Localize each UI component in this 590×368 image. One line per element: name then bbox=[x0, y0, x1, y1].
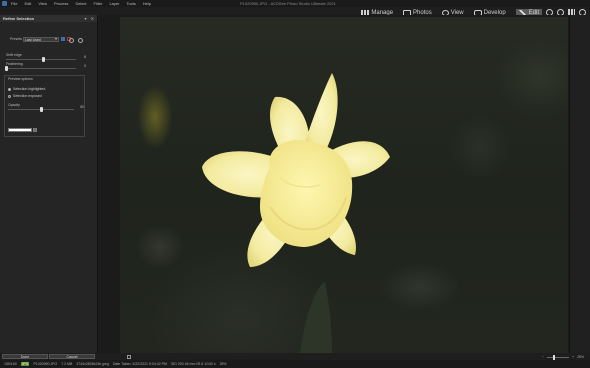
zoom-control[interactable]: − + 28% bbox=[542, 354, 584, 360]
status-exif: ISO 200 46 mm f/5.6 1/100 s bbox=[170, 362, 216, 366]
color-dropdown-icon[interactable]: ▾ bbox=[33, 128, 37, 132]
radio-on-icon[interactable] bbox=[8, 87, 11, 91]
radio-label: Selection highlighted bbox=[13, 87, 46, 91]
feathering-label: Feathering bbox=[6, 62, 23, 66]
preview-options-group: Preview options Selection highlighted Se… bbox=[4, 75, 85, 137]
done-button[interactable]: Done bbox=[2, 354, 48, 359]
status-date: Date Taken: 3/22/2021 5:04:42 PM bbox=[112, 362, 167, 366]
feathering-slider[interactable]: Feathering 0 bbox=[4, 62, 86, 71]
presets-label: Presets bbox=[10, 37, 22, 41]
preview-options-title: Preview options bbox=[8, 77, 33, 81]
settings-icon[interactable] bbox=[78, 38, 83, 43]
presets-dropdown[interactable]: Last Used bbox=[23, 36, 59, 42]
fit-to-screen-icon[interactable] bbox=[127, 355, 131, 359]
feathering-thumb[interactable] bbox=[4, 66, 8, 71]
menu-filter[interactable]: Filter bbox=[94, 0, 103, 7]
menu-bar: File Edit View Process Select Filter Lay… bbox=[0, 0, 590, 7]
photo-daffodil[interactable] bbox=[120, 17, 568, 353]
shift-edge-track[interactable] bbox=[6, 57, 76, 62]
menu-file[interactable]: File bbox=[11, 0, 17, 7]
refine-selection-panel: Refine Selection ▾ ✕ Presets Last Used S… bbox=[0, 15, 98, 353]
radio-selection-highlighted[interactable]: Selection highlighted bbox=[8, 87, 45, 91]
menu-tools[interactable]: Tools bbox=[126, 0, 135, 7]
status-dimensions: 3744x2808x24b jpeg bbox=[76, 362, 109, 366]
status-zoom: 28% bbox=[219, 362, 227, 366]
pin-icon[interactable]: ▾ bbox=[85, 16, 87, 21]
zoom-out-icon[interactable]: − bbox=[542, 355, 544, 359]
status-index: 155/160 bbox=[4, 362, 17, 366]
panel-title: Refine Selection bbox=[3, 16, 35, 21]
zoom-in-icon[interactable]: + bbox=[572, 355, 574, 359]
reset-icon[interactable] bbox=[69, 38, 74, 43]
feathering-track[interactable] bbox=[4, 66, 76, 71]
opacity-track[interactable] bbox=[8, 107, 74, 112]
opacity-value[interactable]: 50 bbox=[80, 105, 84, 109]
menu-view[interactable]: View bbox=[38, 0, 47, 7]
daffodil-illustration bbox=[202, 73, 390, 353]
panel-option-icons bbox=[65, 38, 83, 43]
menu-process[interactable]: Process bbox=[54, 0, 68, 7]
shift-edge-value[interactable]: 8 bbox=[84, 55, 86, 59]
window-title: P1020990.JPG - ACDSee Photo Studio Ultim… bbox=[240, 1, 336, 6]
menu: File Edit View Process Select Filter Lay… bbox=[11, 0, 158, 7]
menu-edit[interactable]: Edit bbox=[24, 0, 31, 7]
zoom-level[interactable]: 28% bbox=[577, 355, 584, 359]
cancel-button[interactable]: Cancel bbox=[49, 354, 95, 359]
radio-selection-exposed[interactable]: Selection exposed bbox=[8, 94, 42, 98]
radio-label: Selection exposed bbox=[13, 94, 42, 98]
zoom-slider[interactable] bbox=[546, 354, 569, 360]
opacity-label: Opacity bbox=[8, 103, 20, 107]
radio-off-icon[interactable] bbox=[8, 94, 11, 98]
panel-header: Refine Selection ▾ ✕ bbox=[0, 15, 97, 22]
app-icon bbox=[2, 1, 7, 6]
menu-select[interactable]: Select bbox=[75, 0, 86, 7]
opacity-thumb[interactable] bbox=[39, 107, 43, 112]
shift-edge-slider[interactable]: Shift edge 8 bbox=[6, 53, 86, 62]
close-icon[interactable]: ✕ bbox=[91, 16, 94, 21]
menu-help[interactable]: Help bbox=[143, 0, 151, 7]
menu-layer[interactable]: Layer bbox=[109, 0, 119, 7]
feathering-value[interactable]: 0 bbox=[84, 64, 86, 68]
presets-row: Presets Last Used bbox=[10, 35, 97, 43]
status-filesize: 7.2 MB bbox=[61, 362, 73, 366]
status-filename: P1020990.JPG bbox=[33, 362, 58, 366]
right-toolbar-strip bbox=[569, 15, 590, 353]
highlight-color-swatch[interactable] bbox=[8, 128, 32, 132]
status-badge: JPG bbox=[20, 362, 30, 366]
status-bar: 155/160 JPG P1020990.JPG 7.2 MB 3744x280… bbox=[0, 360, 590, 368]
image-canvas[interactable] bbox=[99, 15, 579, 353]
opacity-slider[interactable]: Opacity 50 bbox=[8, 103, 84, 112]
shift-edge-label: Shift edge bbox=[6, 53, 22, 57]
